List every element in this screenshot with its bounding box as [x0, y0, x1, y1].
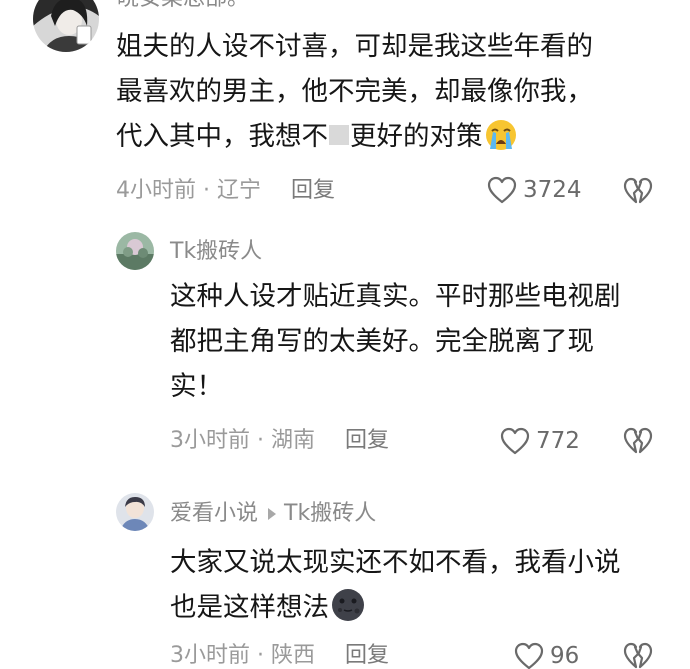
comment-3-line-2: 也是这样想法: [170, 585, 621, 636]
comment-3: 爱看小说 Tk搬砖人 大家又说太现实还不如不看，我看小说 也是这样想法 3小时前 …: [0, 480, 690, 669]
comment-1-line-2: 最喜欢的男主，他不完美，却最像你我，: [116, 76, 593, 107]
comment-1-dislike-button[interactable]: [623, 177, 653, 209]
comment-3-dislike-button[interactable]: [623, 642, 653, 669]
comment-2-like-button[interactable]: 772: [500, 427, 580, 455]
avatar-3[interactable]: [116, 493, 154, 531]
comment-1-meta: 4小时前 · 辽宁 回复: [116, 176, 335, 206]
comment-3-like-count: 96: [550, 643, 580, 669]
redaction-block: [329, 125, 349, 145]
comment-1-text: 姐夫的人设不讨喜，可却是我这些年看的 最喜欢的男主，他不完美，却最像你我， 代入…: [116, 24, 593, 165]
comment-1: 晓安菜总部。 姐夫的人设不讨喜，可却是我这些年看的 最喜欢的男主，他不完美，却最…: [0, 0, 690, 220]
broken-heart-icon: [623, 427, 653, 454]
comment-1-line-3-tail: 更好的对策: [350, 121, 483, 152]
comment-2-reply-button[interactable]: 回复: [345, 428, 389, 453]
comment-2: Tk搬砖人 这种人设才贴近真实。平时那些电视剧 都把主角写的太美好。完全脱离了现…: [0, 220, 690, 480]
comment-1-time: 4小时前 · 辽宁: [116, 178, 261, 203]
comment-2-like-count: 772: [536, 428, 580, 454]
comment-2-author[interactable]: Tk搬砖人: [170, 238, 262, 266]
comment-3-line-1: 大家又说太现实还不如不看，我看小说: [170, 547, 621, 578]
comment-2-text: 这种人设才贴近真实。平时那些电视剧 都把主角写的太美好。完全脱离了现 实！: [170, 274, 621, 409]
comment-3-time: 3小时前 · 陕西: [170, 643, 315, 668]
comment-1-reply-button[interactable]: 回复: [291, 178, 335, 203]
comment-3-reply-button[interactable]: 回复: [345, 643, 389, 668]
comment-2-meta: 3小时前 · 湖南 回复: [170, 426, 389, 456]
comment-3-author[interactable]: 爱看小说: [170, 501, 258, 526]
comment-1-author[interactable]: 晓安菜总部。: [117, 0, 249, 13]
comment-2-line-3: 实！: [170, 371, 223, 402]
comment-1-line-1: 姐夫的人设不讨喜，可却是我这些年看的: [116, 31, 593, 62]
broken-heart-icon: [623, 177, 653, 204]
comment-1-line-3: 代入其中，我想不 更好的对策: [116, 114, 593, 165]
triangle-right-icon: [268, 508, 277, 520]
comment-2-line-1: 这种人设才贴近真实。平时那些电视剧: [170, 281, 621, 312]
comment-1-like-count: 3724: [523, 177, 582, 203]
comment-list: 晓安菜总部。 姐夫的人设不讨喜，可却是我这些年看的 最喜欢的男主，他不完美，却最…: [0, 0, 690, 669]
avatar-1[interactable]: [33, 0, 99, 52]
heart-outline-icon: [487, 176, 517, 204]
comment-2-line-2: 都把主角写的太美好。完全脱离了现: [170, 326, 594, 357]
heart-outline-icon: [500, 427, 530, 455]
loudly-crying-face-emoji: [485, 119, 517, 165]
comment-3-reply-to[interactable]: Tk搬砖人: [284, 501, 376, 526]
comment-3-text: 大家又说太现实还不如不看，我看小说 也是这样想法: [170, 540, 621, 636]
broken-heart-icon: [623, 642, 653, 669]
comment-2-time: 3小时前 · 湖南: [170, 428, 315, 453]
comment-1-line-3-head: 代入其中，我想不: [116, 121, 328, 152]
comment-3-line-2-text: 也是这样想法: [170, 592, 329, 623]
comment-3-like-button[interactable]: 96: [514, 642, 579, 669]
dark-moon-face-emoji: [331, 588, 365, 636]
comment-1-like-button[interactable]: 3724: [487, 176, 582, 204]
comment-3-author-line: 爱看小说 Tk搬砖人: [170, 500, 376, 528]
avatar-2[interactable]: [116, 232, 154, 270]
comment-2-dislike-button[interactable]: [623, 427, 653, 459]
heart-outline-icon: [514, 642, 544, 669]
comment-3-meta: 3小时前 · 陕西 回复: [170, 641, 389, 669]
